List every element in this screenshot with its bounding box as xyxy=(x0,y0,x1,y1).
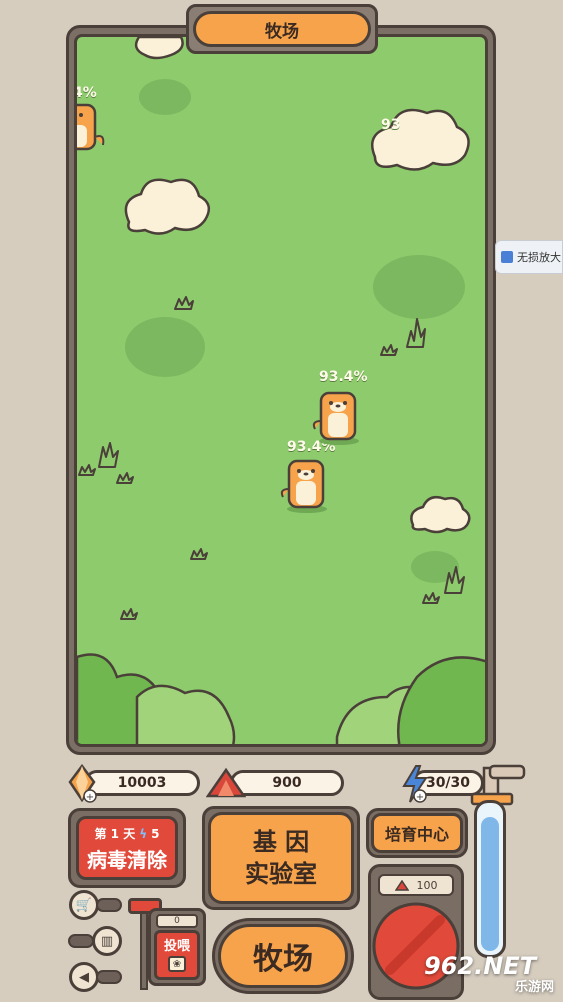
gene-lab-button[interactable]: 基 因 实验室 xyxy=(208,812,354,904)
ranch-button[interactable]: 牧场 xyxy=(218,924,348,988)
cart-icon: 🛒 xyxy=(75,897,93,913)
machine-cost: 100 xyxy=(378,874,454,896)
slot-track xyxy=(68,934,94,948)
image-icon xyxy=(501,251,513,263)
growth-label: 93 xyxy=(381,117,401,133)
gene-lab-line2: 实验室 xyxy=(245,860,317,888)
feed-label: 投喂 xyxy=(163,939,190,954)
gem-counter: 10003 xyxy=(84,770,200,796)
day-label: 第 1 天 xyxy=(94,827,136,841)
dog-animal[interactable] xyxy=(74,103,111,155)
slot-track xyxy=(96,970,122,984)
dog-animal[interactable] xyxy=(279,457,331,513)
energy-count: 30/30 xyxy=(425,775,471,791)
energy-cost: 5 xyxy=(151,826,160,841)
feed-count: 0 xyxy=(156,914,198,928)
gene-lab-line1: 基 因 xyxy=(252,828,310,856)
speaker-icon: ◀ xyxy=(79,969,89,985)
breeding-center-button[interactable]: 培育中心 xyxy=(371,813,463,853)
slot-track xyxy=(96,898,122,912)
machine-cost-value: 100 xyxy=(416,878,438,892)
cloud xyxy=(410,496,471,534)
watermark: 962.NET 乐游网 xyxy=(424,952,558,996)
field-scenery xyxy=(77,37,485,744)
feed-button[interactable]: 投喂 ❀ xyxy=(154,930,200,980)
ore-icon xyxy=(394,879,409,891)
lightning-icon: ϟ xyxy=(139,826,148,841)
growth-label: 93.4% xyxy=(319,369,368,385)
faucet-icon xyxy=(470,764,526,806)
sound-button[interactable]: ◀ xyxy=(69,962,99,992)
ore-count: 900 xyxy=(272,775,302,791)
gem-count: 10003 xyxy=(117,775,167,791)
virus-clear-label: 病毒清除 xyxy=(87,848,167,872)
book-icon: ▥ xyxy=(100,933,114,949)
ranch-field[interactable]: 93.4% 93.4% 4% 93 xyxy=(74,34,488,747)
svg-text:+: + xyxy=(416,792,424,803)
cloud xyxy=(124,178,211,235)
page-title: 牧场 xyxy=(193,11,371,47)
lossless-zoom-label: 无损放大 xyxy=(517,251,561,264)
lossless-zoom-badge[interactable]: 无损放大 xyxy=(495,240,563,274)
shop-cart-button[interactable]: 🛒 xyxy=(69,890,99,920)
water-tube xyxy=(474,800,506,958)
growth-label: 4% xyxy=(74,85,97,101)
book-button[interactable]: ▥ xyxy=(92,926,122,956)
gem-icon: + xyxy=(68,764,97,803)
ore-counter: 900 xyxy=(230,770,344,796)
ore-icon xyxy=(206,767,246,798)
feed-lever-rod xyxy=(140,912,148,990)
dog-animal[interactable] xyxy=(311,389,363,445)
svg-text:+: + xyxy=(86,792,94,803)
virus-clear-button[interactable]: 第 1 天 ϟ 5 病毒清除 xyxy=(76,816,178,880)
lightning-icon: + xyxy=(402,765,428,803)
paw-icon: ❀ xyxy=(168,956,186,972)
